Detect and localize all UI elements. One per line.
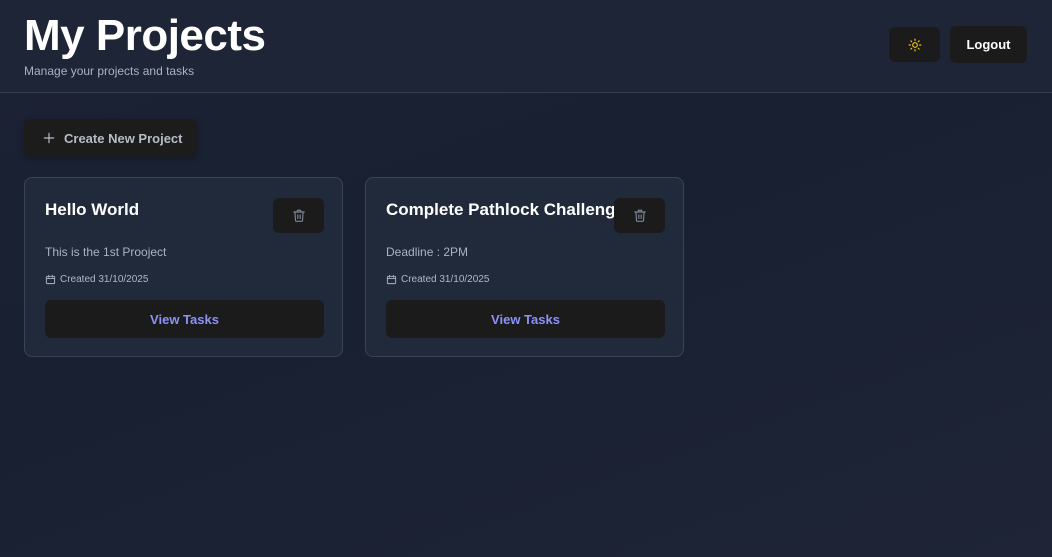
- page-subtitle: Manage your projects and tasks: [24, 64, 195, 78]
- view-tasks-button[interactable]: View Tasks: [45, 300, 324, 338]
- trash-icon: [292, 208, 306, 223]
- project-card: Complete Pathlock Challenge Deadline : 2…: [365, 177, 684, 357]
- project-created-date: Created 31/10/2025: [386, 274, 489, 285]
- project-card: Hello World This is the 1st Prooject Cre…: [24, 177, 343, 357]
- page-title: My Projects: [24, 11, 266, 60]
- logout-button[interactable]: Logout: [950, 26, 1027, 63]
- create-project-button[interactable]: Create New Project: [24, 119, 197, 157]
- created-date-label: Created 31/10/2025: [60, 274, 149, 285]
- project-created-date: Created 31/10/2025: [45, 274, 148, 285]
- theme-toggle-button[interactable]: [889, 27, 940, 62]
- trash-icon: [633, 208, 647, 223]
- project-title: Complete Pathlock Challenge: [386, 200, 625, 219]
- project-description: This is the 1st Prooject: [45, 245, 167, 259]
- project-description: Deadline : 2PM: [386, 245, 469, 259]
- view-tasks-button[interactable]: View Tasks: [386, 300, 665, 338]
- calendar-icon: [386, 274, 397, 285]
- calendar-icon: [45, 274, 56, 285]
- delete-project-button[interactable]: [614, 198, 665, 233]
- app-header: My Projects Manage your projects and tas…: [0, 0, 1052, 93]
- plus-icon: [42, 131, 56, 145]
- project-title: Hello World: [45, 200, 140, 219]
- created-date-label: Created 31/10/2025: [401, 274, 490, 285]
- create-project-label: Create New Project: [64, 130, 183, 146]
- delete-project-button[interactable]: [273, 198, 324, 233]
- sun-icon: [908, 38, 922, 52]
